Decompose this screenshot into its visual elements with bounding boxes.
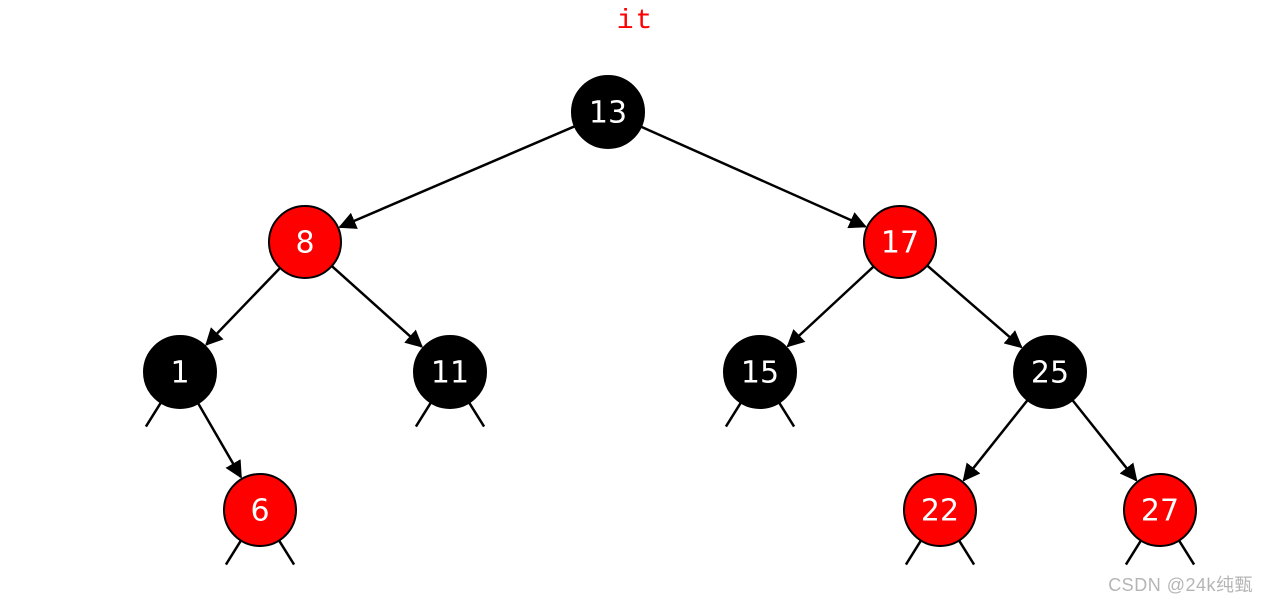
tree-node-6: 6 bbox=[224, 474, 296, 546]
node-label: 17 bbox=[881, 226, 919, 261]
node-label: 11 bbox=[431, 356, 469, 391]
watermark: CSDN @24k纯甄 bbox=[1108, 571, 1253, 597]
node-label: 8 bbox=[295, 226, 314, 261]
tree-node-27: 27 bbox=[1124, 474, 1196, 546]
tree-edge bbox=[788, 266, 874, 346]
node-label: 15 bbox=[741, 356, 779, 391]
nil-stub bbox=[469, 403, 484, 427]
tree-node-22: 22 bbox=[904, 474, 976, 546]
tree-edge bbox=[340, 126, 575, 227]
tree-edge bbox=[332, 266, 422, 347]
tree-node-17: 17 bbox=[864, 206, 936, 278]
tree-edge bbox=[964, 400, 1028, 480]
nil-stub bbox=[906, 541, 921, 565]
nil-stub bbox=[279, 541, 294, 565]
tree-node-13: 13 bbox=[572, 76, 644, 148]
tree-edge bbox=[198, 403, 241, 477]
nil-stub bbox=[226, 541, 241, 565]
tree-edge bbox=[641, 127, 865, 227]
node-label: 25 bbox=[1031, 356, 1069, 391]
node-label: 13 bbox=[589, 96, 627, 131]
tree-node-15: 15 bbox=[724, 336, 796, 408]
tree-node-1: 1 bbox=[144, 336, 216, 408]
node-label: 22 bbox=[921, 494, 959, 529]
tree-node-8: 8 bbox=[269, 206, 341, 278]
nil-stub bbox=[1179, 541, 1194, 565]
nil-stub bbox=[959, 541, 974, 565]
nil-stub bbox=[779, 403, 794, 427]
nil-stub bbox=[416, 403, 431, 427]
diagram-title: it bbox=[0, 6, 1271, 37]
nil-stub bbox=[1126, 541, 1141, 565]
nil-stub bbox=[146, 403, 161, 427]
tree-edge bbox=[206, 268, 280, 345]
tree-node-11: 11 bbox=[414, 336, 486, 408]
tree-node-25: 25 bbox=[1014, 336, 1086, 408]
nil-stub bbox=[726, 403, 741, 427]
nil-stubs-layer bbox=[146, 403, 1194, 565]
tree-edge bbox=[1072, 400, 1136, 480]
node-label: 27 bbox=[1141, 494, 1179, 529]
node-label: 6 bbox=[250, 494, 269, 529]
nodes-layer: 13817111152562227 bbox=[144, 76, 1196, 546]
tree-diagram: 13817111152562227 bbox=[0, 0, 1271, 603]
tree-edge bbox=[927, 266, 1021, 348]
edges-layer bbox=[198, 126, 1136, 480]
node-label: 1 bbox=[170, 356, 189, 391]
